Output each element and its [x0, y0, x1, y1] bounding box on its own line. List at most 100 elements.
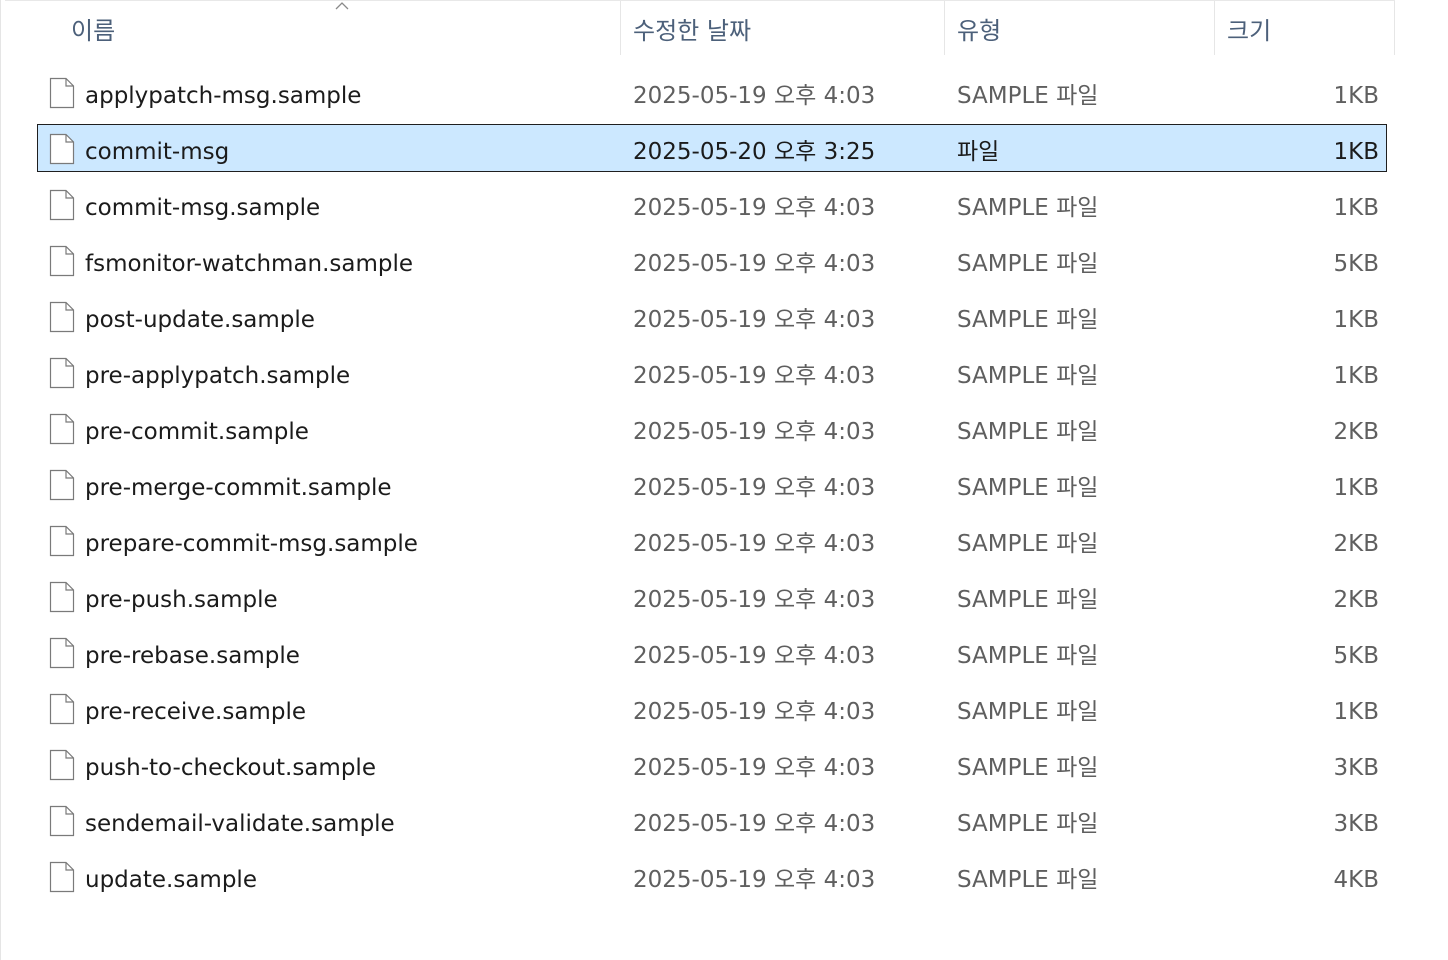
file-type: SAMPLE 파일: [957, 195, 1099, 221]
file-name: commit-msg: [85, 139, 230, 165]
file-row[interactable]: prepare-commit-msg.sample 2025-05-19 오후 …: [37, 516, 1387, 564]
column-header-name[interactable]: 이름: [5, 1, 621, 55]
file-size: 1KB: [1333, 307, 1380, 333]
file-row[interactable]: sendemail-validate.sample 2025-05-19 오후 …: [37, 796, 1387, 844]
file-size: 3KB: [1333, 755, 1380, 781]
file-modified-date: 2025-05-19 오후 4:03: [633, 587, 876, 613]
file-icon: [49, 133, 75, 165]
file-modified-date: 2025-05-19 오후 4:03: [633, 83, 876, 109]
file-type: SAMPLE 파일: [957, 811, 1099, 837]
file-modified-date: 2025-05-19 오후 4:03: [633, 867, 876, 893]
file-row[interactable]: pre-commit.sample 2025-05-19 오후 4:03 SAM…: [37, 404, 1387, 452]
file-type: SAMPLE 파일: [957, 531, 1099, 557]
file-name: pre-commit.sample: [85, 419, 309, 445]
file-icon: [49, 189, 75, 221]
file-size: 3KB: [1333, 811, 1380, 837]
file-modified-date: 2025-05-19 오후 4:03: [633, 251, 876, 277]
file-modified-date: 2025-05-19 오후 4:03: [633, 363, 876, 389]
file-name: prepare-commit-msg.sample: [85, 531, 418, 557]
file-size: 1KB: [1333, 475, 1380, 501]
file-name: update.sample: [85, 867, 257, 893]
file-row[interactable]: fsmonitor-watchman.sample 2025-05-19 오후 …: [37, 236, 1387, 284]
file-modified-date: 2025-05-19 오후 4:03: [633, 195, 876, 221]
file-icon: [49, 301, 75, 333]
file-type: SAMPLE 파일: [957, 587, 1099, 613]
file-modified-date: 2025-05-19 오후 4:03: [633, 307, 876, 333]
file-size: 5KB: [1333, 251, 1380, 277]
file-row[interactable]: pre-push.sample 2025-05-19 오후 4:03 SAMPL…: [37, 572, 1387, 620]
column-header-size-label: 크기: [1227, 17, 1272, 45]
file-size: 5KB: [1333, 643, 1380, 669]
file-modified-date: 2025-05-19 오후 4:03: [633, 755, 876, 781]
file-size: 1KB: [1333, 363, 1380, 389]
file-name: push-to-checkout.sample: [85, 755, 376, 781]
file-name: pre-receive.sample: [85, 699, 306, 725]
file-row[interactable]: post-update.sample 2025-05-19 오후 4:03 SA…: [37, 292, 1387, 340]
column-header-type[interactable]: 유형: [945, 1, 1215, 55]
column-header-type-label: 유형: [957, 17, 1002, 45]
file-size: 2KB: [1333, 419, 1380, 445]
file-icon: [49, 861, 75, 893]
file-icon: [49, 413, 75, 445]
file-row[interactable]: pre-merge-commit.sample 2025-05-19 오후 4:…: [37, 460, 1387, 508]
file-type: SAMPLE 파일: [957, 475, 1099, 501]
column-header-size[interactable]: 크기: [1215, 1, 1395, 55]
column-header-name-label: 이름: [71, 17, 116, 45]
file-row[interactable]: push-to-checkout.sample 2025-05-19 오후 4:…: [37, 740, 1387, 788]
file-icon: [49, 469, 75, 501]
file-type: SAMPLE 파일: [957, 251, 1099, 277]
file-type: SAMPLE 파일: [957, 307, 1099, 333]
file-name: post-update.sample: [85, 307, 315, 333]
file-modified-date: 2025-05-20 오후 3:25: [633, 139, 876, 165]
file-name: fsmonitor-watchman.sample: [85, 251, 414, 277]
file-name: pre-rebase.sample: [85, 643, 300, 669]
file-size: 1KB: [1333, 699, 1380, 725]
file-row[interactable]: update.sample 2025-05-19 오후 4:03 SAMPLE …: [37, 852, 1387, 900]
file-name: commit-msg.sample: [85, 195, 321, 221]
file-name: pre-applypatch.sample: [85, 363, 351, 389]
file-type: SAMPLE 파일: [957, 419, 1099, 445]
file-size: 4KB: [1333, 867, 1380, 893]
file-name: pre-merge-commit.sample: [85, 475, 392, 501]
file-icon: [49, 357, 75, 389]
file-modified-date: 2025-05-19 오후 4:03: [633, 811, 876, 837]
file-size: 2KB: [1333, 587, 1380, 613]
file-icon: [49, 693, 75, 725]
file-icon: [49, 77, 75, 109]
file-icon: [49, 805, 75, 837]
file-type: SAMPLE 파일: [957, 867, 1099, 893]
file-row[interactable]: applypatch-msg.sample 2025-05-19 오후 4:03…: [37, 68, 1387, 116]
file-type: SAMPLE 파일: [957, 755, 1099, 781]
file-type: SAMPLE 파일: [957, 363, 1099, 389]
column-header-date-label: 수정한 날짜: [633, 17, 752, 45]
file-name: applypatch-msg.sample: [85, 83, 362, 109]
column-header-date[interactable]: 수정한 날짜: [621, 1, 945, 55]
file-modified-date: 2025-05-19 오후 4:03: [633, 419, 876, 445]
sort-ascending-icon: [335, 2, 349, 10]
file-name: pre-push.sample: [85, 587, 278, 613]
file-row[interactable]: pre-applypatch.sample 2025-05-19 오후 4:03…: [37, 348, 1387, 396]
file-row[interactable]: pre-receive.sample 2025-05-19 오후 4:03 SA…: [37, 684, 1387, 732]
file-size: 1KB: [1333, 83, 1380, 109]
file-type: SAMPLE 파일: [957, 699, 1099, 725]
file-icon: [49, 637, 75, 669]
file-row[interactable]: commit-msg.sample 2025-05-19 오후 4:03 SAM…: [37, 180, 1387, 228]
file-size: 2KB: [1333, 531, 1380, 557]
file-icon: [49, 525, 75, 557]
file-size: 1KB: [1333, 195, 1380, 221]
file-modified-date: 2025-05-19 오후 4:03: [633, 643, 876, 669]
file-type: SAMPLE 파일: [957, 643, 1099, 669]
file-name: sendemail-validate.sample: [85, 811, 395, 837]
file-icon: [49, 581, 75, 613]
file-modified-date: 2025-05-19 오후 4:03: [633, 699, 876, 725]
file-type: SAMPLE 파일: [957, 83, 1099, 109]
file-modified-date: 2025-05-19 오후 4:03: [633, 475, 876, 501]
file-size: 1KB: [1333, 139, 1380, 165]
column-separator[interactable]: [1394, 1, 1395, 55]
file-row[interactable]: pre-rebase.sample 2025-05-19 오후 4:03 SAM…: [37, 628, 1387, 676]
column-header-bar: 이름 수정한 날짜 유형 크기: [5, 0, 1395, 55]
file-icon: [49, 245, 75, 277]
file-type: 파일: [957, 139, 1000, 165]
file-row[interactable]: commit-msg 2025-05-20 오후 3:25 파일 1KB: [37, 124, 1387, 172]
file-icon: [49, 749, 75, 781]
